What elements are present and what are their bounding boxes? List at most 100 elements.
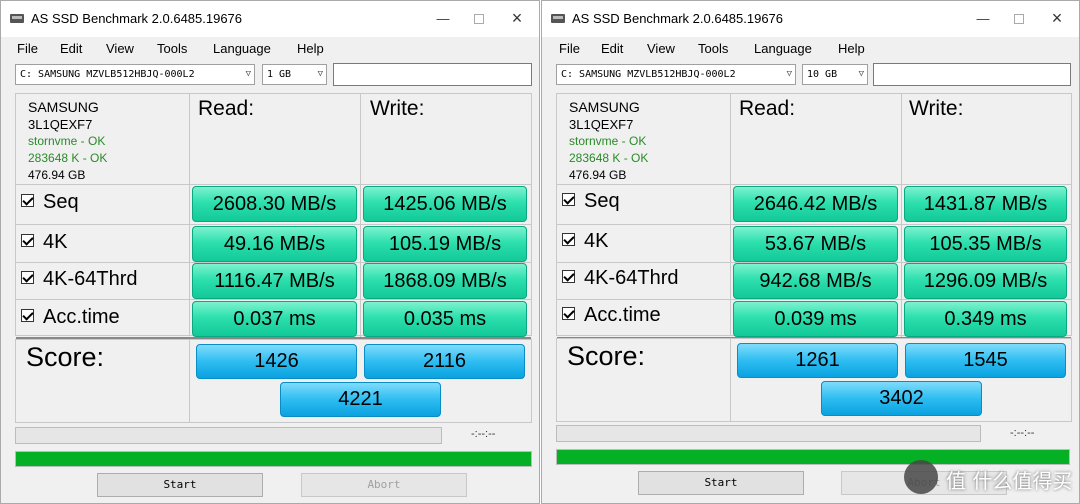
smzdm-logo-icon: [904, 460, 938, 494]
chevron-down-icon: ▽: [858, 69, 864, 79]
driver-status: stornvme - OK: [569, 134, 647, 148]
seq-write-value: 1431.87 MB/s: [904, 186, 1067, 222]
acctime-read-value: 0.039 ms: [733, 301, 898, 337]
score-panel: Score: 1426 2116 4221: [15, 339, 532, 423]
menu-language[interactable]: Language: [213, 41, 271, 56]
checkbox-checked-icon[interactable]: [562, 233, 575, 247]
score-total: 3402: [821, 381, 982, 416]
size-select-value: 10 GB: [807, 69, 838, 80]
checkbox-checked-icon[interactable]: [21, 234, 34, 248]
checkbox-checked-icon[interactable]: [562, 193, 575, 207]
watermark-text: 值 什么值得买: [946, 469, 1073, 493]
drive-capacity: 476.94 GB: [569, 168, 627, 182]
results-grid: SAMSUNG 3L1QEXF7 stornvme - OK 283648 K …: [556, 93, 1072, 339]
row-4k64-label[interactable]: 4K-64Thrd: [21, 268, 138, 291]
start-button[interactable]: Start: [97, 473, 263, 497]
drive-model: SAMSUNG: [28, 99, 99, 115]
alignment-status: 283648 K - OK: [28, 151, 108, 165]
menu-file[interactable]: File: [17, 41, 38, 56]
acctime-write-value: 0.035 ms: [363, 301, 527, 337]
menu-edit[interactable]: Edit: [601, 41, 623, 56]
write-header: Write:: [370, 97, 425, 120]
score-write: 1545: [905, 343, 1066, 378]
size-select[interactable]: 1 GB ▽: [262, 64, 327, 85]
menu-view[interactable]: View: [647, 41, 675, 56]
checkbox-checked-icon[interactable]: [21, 309, 34, 323]
checkbox-checked-icon[interactable]: [21, 194, 34, 208]
benchmark-window-2: AS SSD Benchmark 2.0.6485.19676 — × File…: [541, 0, 1080, 504]
watermark: 值 什么值得买: [904, 458, 1080, 498]
row-acctime-label[interactable]: Acc.time: [21, 306, 120, 329]
seq-read-value: 2646.42 MB/s: [733, 186, 898, 222]
elapsed-time: -:--:--: [471, 428, 496, 440]
row-4k-label[interactable]: 4K: [21, 231, 67, 254]
drive-select[interactable]: C: SAMSUNG MZVLB512HBJQ-000L2 ▽: [15, 64, 255, 85]
score-read: 1426: [196, 344, 357, 379]
maximize-button[interactable]: [1011, 11, 1027, 27]
menu-help[interactable]: Help: [838, 41, 865, 56]
row-4k-label[interactable]: 4K: [562, 230, 608, 253]
checkbox-checked-icon[interactable]: [21, 271, 34, 285]
acctime-write-value: 0.349 ms: [904, 301, 1067, 337]
window-title: AS SSD Benchmark 2.0.6485.19676: [572, 11, 784, 26]
menu-edit[interactable]: Edit: [60, 41, 82, 56]
minimize-button[interactable]: —: [975, 11, 991, 27]
abort-button[interactable]: Abort: [301, 473, 467, 497]
elapsed-time: -:--:--: [1010, 427, 1035, 439]
start-button[interactable]: Start: [638, 471, 804, 495]
close-button[interactable]: ×: [1049, 9, 1065, 27]
row-seq-label[interactable]: Seq: [21, 191, 79, 214]
test-progress-bar: [15, 427, 442, 444]
drive-select-value: C: SAMSUNG MZVLB512HBJQ-000L2: [561, 69, 736, 80]
menu-help[interactable]: Help: [297, 41, 324, 56]
overall-progress-bar: [15, 451, 532, 467]
drive-info: SAMSUNG 3L1QEXF7 stornvme - OK 283648 K …: [28, 99, 107, 184]
4k64-write-value: 1868.09 MB/s: [363, 263, 527, 299]
menu-language[interactable]: Language: [754, 41, 812, 56]
menu-view[interactable]: View: [106, 41, 134, 56]
disk-app-icon: [10, 14, 24, 23]
drive-firmware: 3L1QEXF7: [569, 117, 634, 132]
row-acctime-label[interactable]: Acc.time: [562, 304, 661, 327]
score-total: 4221: [280, 382, 441, 417]
test-progress-bar: [556, 425, 981, 442]
read-header: Read:: [739, 97, 796, 120]
checkbox-checked-icon[interactable]: [562, 270, 575, 284]
results-grid: SAMSUNG 3L1QEXF7 stornvme - OK 283648 K …: [15, 93, 532, 339]
4k-read-value: 49.16 MB/s: [192, 226, 357, 262]
4k-read-value: 53.67 MB/s: [733, 226, 898, 262]
menu-bar: File Edit View Tools Language Help: [542, 39, 1079, 59]
4k-write-value: 105.19 MB/s: [363, 226, 527, 262]
close-button[interactable]: ×: [509, 9, 525, 27]
menu-tools[interactable]: Tools: [157, 41, 187, 56]
description-input[interactable]: [333, 63, 532, 86]
4k64-write-value: 1296.09 MB/s: [904, 263, 1067, 299]
seq-write-value: 1425.06 MB/s: [363, 186, 527, 222]
score-panel: Score: 1261 1545 3402: [556, 338, 1072, 422]
checkbox-checked-icon[interactable]: [562, 307, 575, 321]
alignment-status: 283648 K - OK: [569, 151, 649, 165]
score-label: Score:: [567, 341, 646, 371]
menu-file[interactable]: File: [559, 41, 580, 56]
acctime-read-value: 0.037 ms: [192, 301, 357, 337]
row-seq-label[interactable]: Seq: [562, 190, 620, 213]
chevron-down-icon: ▽: [317, 69, 323, 79]
size-select-value: 1 GB: [267, 69, 292, 80]
drive-select[interactable]: C: SAMSUNG MZVLB512HBJQ-000L2 ▽: [556, 64, 796, 85]
seq-read-value: 2608.30 MB/s: [192, 186, 357, 222]
description-input[interactable]: [873, 63, 1071, 86]
row-4k64-label[interactable]: 4K-64Thrd: [562, 267, 679, 290]
menu-bar: File Edit View Tools Language Help: [1, 39, 539, 59]
read-header: Read:: [198, 97, 255, 120]
4k64-read-value: 942.68 MB/s: [733, 263, 898, 299]
maximize-button[interactable]: [471, 11, 487, 27]
chevron-down-icon: ▽: [245, 69, 251, 79]
title-bar: AS SSD Benchmark 2.0.6485.19676 — ×: [1, 1, 539, 37]
4k-write-value: 105.35 MB/s: [904, 226, 1067, 262]
4k64-read-value: 1116.47 MB/s: [192, 263, 357, 299]
minimize-button[interactable]: —: [435, 11, 451, 27]
size-select[interactable]: 10 GB ▽: [802, 64, 868, 85]
menu-tools[interactable]: Tools: [698, 41, 728, 56]
write-header: Write:: [909, 97, 964, 120]
drive-select-value: C: SAMSUNG MZVLB512HBJQ-000L2: [20, 69, 195, 80]
